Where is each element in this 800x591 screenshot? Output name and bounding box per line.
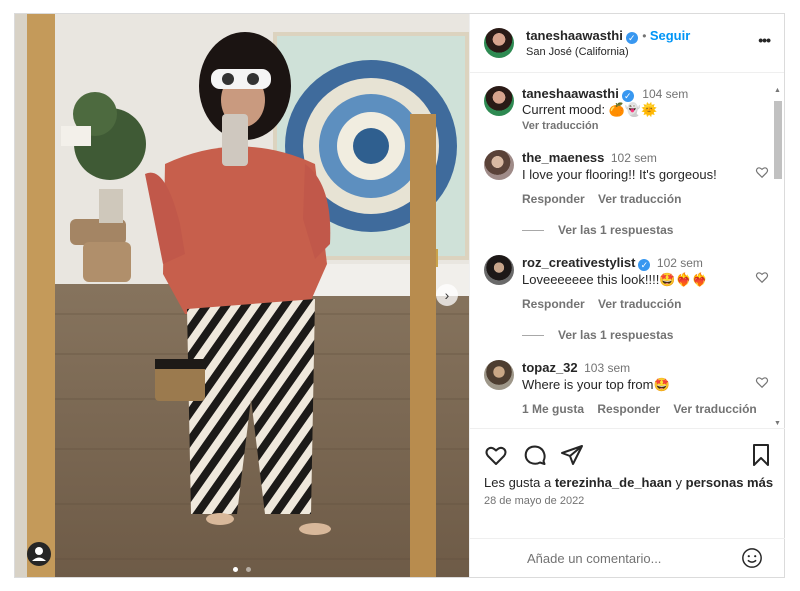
avatar[interactable] <box>484 150 514 180</box>
comment-time: 102 sem <box>610 151 657 165</box>
add-comment-bar: Añade un comentario... <box>470 538 785 578</box>
avatar[interactable] <box>484 86 514 116</box>
caption-translate-link[interactable]: Ver traducción <box>522 120 598 132</box>
carousel-dots <box>233 559 252 577</box>
comments-list[interactable]: taneshaawasthi ✓ 104 sem Current mood: 🍊👻… <box>470 73 785 426</box>
reply-link[interactable]: Responder <box>522 192 585 206</box>
comments-scrollbar[interactable]: ▲ ▼ <box>772 87 782 427</box>
like-heart-icon[interactable] <box>484 443 508 467</box>
scroll-up-arrow-icon[interactable]: ▲ <box>774 87 781 94</box>
avatar[interactable] <box>484 255 514 285</box>
post-author-username[interactable]: taneshaawasthi <box>526 28 623 43</box>
comment-text: I love your flooring!! It's gorgeous! <box>522 167 717 182</box>
likes-prefix: Les gusta a <box>484 475 552 490</box>
comment-text: Where is your top from🤩 <box>522 377 670 392</box>
caption-text: Current mood: 🍊👻🌞 <box>522 102 658 117</box>
translate-link[interactable]: Ver traducción <box>598 192 681 206</box>
verified-badge-icon: ✓ <box>625 32 638 44</box>
comment-text: Loveeeeeee this look!!!!🤩❤️‍🔥❤️‍🔥 <box>522 272 708 287</box>
verified-badge-icon: ✓ <box>621 90 634 102</box>
comment-username[interactable]: roz_creativestylist <box>522 255 635 270</box>
view-replies-label: Ver las 1 respuestas <box>558 328 674 342</box>
share-paper-plane-icon[interactable] <box>560 443 584 467</box>
comment-actions: Responder Ver traducción <box>522 192 691 206</box>
likes-others-link[interactable]: personas más <box>686 475 773 490</box>
avatar[interactable] <box>484 28 514 58</box>
likes-joiner: y <box>675 475 683 490</box>
view-replies-label: Ver las 1 respuestas <box>558 223 674 237</box>
carousel-dot <box>246 567 252 572</box>
chevron-right-icon: › <box>444 287 450 303</box>
liked-by-username[interactable]: terezinha_de_haan <box>555 475 672 490</box>
like-comment-heart-icon[interactable] <box>755 375 769 389</box>
comment-input[interactable]: Añade un comentario... <box>527 551 661 566</box>
emoji-smiley-icon[interactable] <box>741 547 763 569</box>
comment-likes-count[interactable]: 1 Me gusta <box>522 402 584 416</box>
translate-link[interactable]: Ver traducción <box>673 402 756 416</box>
reply-link[interactable]: Responder <box>597 402 660 416</box>
view-replies-link[interactable]: Ver las 1 respuestas <box>522 223 673 237</box>
post-location[interactable]: San José (California) <box>526 46 629 58</box>
comment-time: 102 sem <box>656 256 703 270</box>
comment-time: 103 sem <box>584 361 631 375</box>
verified-badge-icon: ✓ <box>638 259 651 271</box>
next-image-button[interactable]: › <box>436 284 458 306</box>
post-header: taneshaawasthi ✓ • Seguir San José (Calif… <box>470 14 784 73</box>
save-bookmark-icon[interactable] <box>749 443 773 467</box>
comment-username[interactable]: the_maeness <box>522 150 604 165</box>
post-dialog: › taneshaawasthi ✓ • Seguir San José (Cal… <box>14 13 785 578</box>
view-replies-link[interactable]: Ver las 1 respuestas <box>522 328 673 342</box>
comment-item: the_maeness 102 sem I love your flooring… <box>484 149 769 239</box>
comment-actions: 1 Me gusta Responder Ver traducción <box>522 402 767 416</box>
follow-button[interactable]: Seguir <box>650 28 690 43</box>
scrollbar-thumb[interactable] <box>774 101 782 179</box>
post-actions: Les gusta a terezinha_de_haan y personas… <box>470 428 785 539</box>
avatar[interactable] <box>484 360 514 390</box>
carousel-dot-active <box>233 567 238 572</box>
more-options-icon[interactable]: ••• <box>758 32 771 48</box>
tagged-users-button[interactable] <box>27 542 51 566</box>
translate-link[interactable]: Ver traducción <box>598 297 681 311</box>
likes-summary: Les gusta a terezinha_de_haan y personas… <box>484 475 773 490</box>
like-comment-heart-icon[interactable] <box>755 270 769 284</box>
scroll-down-arrow-icon[interactable]: ▼ <box>774 420 781 427</box>
separator-dot: • <box>642 29 650 43</box>
post-side-panel: taneshaawasthi ✓ • Seguir San José (Calif… <box>469 14 785 578</box>
post-photo[interactable]: › <box>15 14 469 577</box>
photo-illustration <box>15 14 469 577</box>
caption-username[interactable]: taneshaawasthi <box>522 86 619 101</box>
comment-item: topaz_32 103 sem Where is your top from🤩… <box>484 359 769 419</box>
reply-link[interactable]: Responder <box>522 297 585 311</box>
comment-item: roz_creativestylist ✓ 102 sem Loveeeeeee … <box>484 254 769 344</box>
comment-actions: Responder Ver traducción <box>522 297 691 311</box>
like-comment-heart-icon[interactable] <box>755 165 769 179</box>
caption-time: 104 sem <box>642 87 689 101</box>
comment-username[interactable]: topaz_32 <box>522 360 578 375</box>
comment-bubble-icon[interactable] <box>523 443 547 467</box>
caption: taneshaawasthi ✓ 104 sem Current mood: 🍊👻… <box>484 85 769 145</box>
post-date: 28 de mayo de 2022 <box>484 495 585 507</box>
user-icon <box>32 547 46 561</box>
